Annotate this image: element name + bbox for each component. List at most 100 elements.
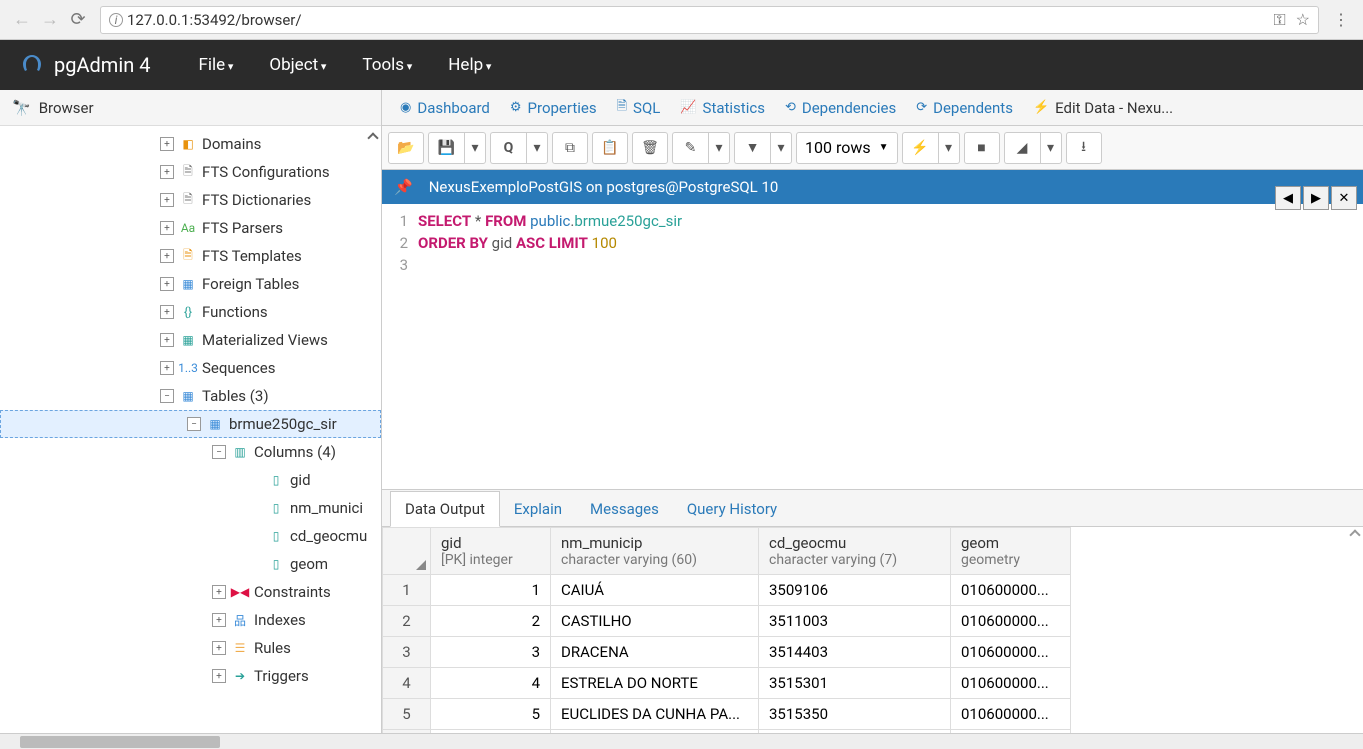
menu-object[interactable]: Object: [251, 55, 344, 75]
cell-geom[interactable]: 010600000...: [951, 636, 1071, 667]
cell-geom[interactable]: 010600000...: [951, 698, 1071, 729]
cell-nm-municip[interactable]: DRACENA: [551, 636, 759, 667]
cell-cd-geocmu[interactable]: 3528700: [759, 729, 951, 733]
tree-node[interactable]: +▦Materialized Views: [0, 326, 381, 354]
pin-icon[interactable]: 📌: [394, 178, 413, 196]
copy-button[interactable]: ⧉: [552, 132, 588, 164]
menu-file[interactable]: File: [180, 55, 251, 75]
tree-node[interactable]: −▦brmue250gc_sir: [0, 410, 381, 438]
cell-cd-geocmu[interactable]: 3515301: [759, 667, 951, 698]
tree-node[interactable]: +AaFTS Parsers: [0, 214, 381, 242]
table-row[interactable]: 55EUCLIDES DA CUNHA PA...351535001060000…: [383, 698, 1071, 729]
tree-node[interactable]: +☰Rules: [0, 634, 381, 662]
cell-nm-municip[interactable]: MARABÁ PAULISTA: [551, 729, 759, 733]
tree-toggle-icon[interactable]: +: [212, 669, 226, 683]
tree-toggle-icon[interactable]: +: [160, 305, 174, 319]
menu-help[interactable]: Help: [430, 55, 509, 75]
tree-toggle-icon[interactable]: +: [160, 221, 174, 235]
tab-dependents[interactable]: ⟳Dependents: [906, 90, 1023, 125]
download-button[interactable]: ⭳: [1066, 132, 1102, 164]
tab-scroll-right-button[interactable]: ▶: [1303, 186, 1329, 210]
tree-node[interactable]: −▥Columns (4): [0, 438, 381, 466]
tree-node[interactable]: ▯nm_munici: [0, 494, 381, 522]
save-button[interactable]: 💾: [428, 132, 464, 164]
cell-cd-geocmu[interactable]: 3509106: [759, 574, 951, 605]
table-row[interactable]: 66MARABÁ PAULISTA3528700010600000...: [383, 729, 1071, 733]
table-row[interactable]: 44ESTRELA DO NORTE3515301010600000...: [383, 667, 1071, 698]
result-tab-query-history[interactable]: Query History: [673, 492, 791, 526]
tab-dependencies[interactable]: ⟲Dependencies: [775, 90, 906, 125]
stop-button[interactable]: ■: [964, 132, 1000, 164]
tree-toggle-icon[interactable]: +: [160, 193, 174, 207]
tab-edit-data-nexu-[interactable]: ⚡Edit Data - Nexu...: [1023, 90, 1183, 125]
find-button[interactable]: Q: [490, 132, 526, 164]
url-bar[interactable]: i 127.0.0.1:53492/browser/ ⚿ ☆: [100, 6, 1319, 34]
tree-node[interactable]: ▯geom: [0, 550, 381, 578]
row-number-cell[interactable]: 6: [383, 729, 431, 733]
cell-geom[interactable]: 010600000...: [951, 729, 1071, 733]
result-tab-messages[interactable]: Messages: [576, 492, 673, 526]
paste-button[interactable]: 📋: [592, 132, 628, 164]
row-number-cell[interactable]: 1: [383, 574, 431, 605]
column-header[interactable]: gid[PK] integer: [431, 527, 551, 574]
star-icon[interactable]: ☆: [1296, 10, 1310, 29]
sql-content[interactable]: SELECT * FROM public.brmue250gc_sir ORDE…: [418, 210, 1363, 276]
nav-reload-button[interactable]: ⟳: [64, 6, 92, 34]
row-number-cell[interactable]: 4: [383, 667, 431, 698]
cell-gid[interactable]: 2: [431, 605, 551, 636]
table-row[interactable]: 11CAIUÁ3509106010600000...: [383, 574, 1071, 605]
tree-toggle-icon[interactable]: −: [212, 445, 226, 459]
tree-node[interactable]: +◧Domains: [0, 130, 381, 158]
tree-toggle-icon[interactable]: +: [160, 333, 174, 347]
cell-nm-municip[interactable]: CASTILHO: [551, 605, 759, 636]
cell-nm-municip[interactable]: CAIUÁ: [551, 574, 759, 605]
cell-gid[interactable]: 6: [431, 729, 551, 733]
tree-toggle-icon[interactable]: +: [160, 165, 174, 179]
filter-button[interactable]: ▼: [734, 132, 770, 164]
tree-toggle-icon[interactable]: +: [212, 641, 226, 655]
tab-properties[interactable]: ⚙Properties: [500, 90, 607, 125]
scroll-thumb[interactable]: [20, 736, 220, 748]
result-tab-data-output[interactable]: Data Output: [390, 491, 500, 527]
data-grid[interactable]: gid[PK] integernm_municipcharacter varyi…: [382, 527, 1363, 734]
grid-corner-cell[interactable]: [383, 527, 431, 574]
delete-button[interactable]: 🗑: [632, 132, 668, 164]
tree-container[interactable]: +◧Domains+🗎FTS Configurations+🗎FTS Dicti…: [0, 126, 381, 733]
result-tab-explain[interactable]: Explain: [500, 492, 576, 526]
open-file-button[interactable]: 📂: [388, 132, 424, 164]
cell-gid[interactable]: 4: [431, 667, 551, 698]
column-header[interactable]: geomgeometry: [951, 527, 1071, 574]
execute-button[interactable]: ⚡: [902, 132, 938, 164]
cell-nm-municip[interactable]: EUCLIDES DA CUNHA PA...: [551, 698, 759, 729]
filter-dropdown-button[interactable]: ▾: [770, 132, 792, 164]
tab-sql[interactable]: 🗎SQL: [607, 90, 671, 125]
tree-node[interactable]: +➔Triggers: [0, 662, 381, 690]
tree-toggle-icon[interactable]: +: [212, 585, 226, 599]
table-row[interactable]: 22CASTILHO3511003010600000...: [383, 605, 1071, 636]
sql-editor[interactable]: 123 SELECT * FROM public.brmue250gc_sir …: [382, 204, 1363, 282]
tree-node[interactable]: +▦Foreign Tables: [0, 270, 381, 298]
tree-node[interactable]: +{}Functions: [0, 298, 381, 326]
key-icon[interactable]: ⚿: [1273, 10, 1285, 30]
tree-node[interactable]: −▦Tables (3): [0, 382, 381, 410]
cell-gid[interactable]: 1: [431, 574, 551, 605]
table-row[interactable]: 33DRACENA3514403010600000...: [383, 636, 1071, 667]
tree-toggle-icon[interactable]: −: [187, 417, 201, 431]
rows-limit-select[interactable]: 100 rows▼: [796, 132, 898, 164]
tree-toggle-icon[interactable]: +: [160, 361, 174, 375]
row-number-cell[interactable]: 3: [383, 636, 431, 667]
tree-toggle-icon[interactable]: −: [160, 389, 174, 403]
tree-node[interactable]: ▯cd_geocmu: [0, 522, 381, 550]
tree-node[interactable]: +🗎FTS Dictionaries: [0, 186, 381, 214]
cell-cd-geocmu[interactable]: 3514403: [759, 636, 951, 667]
tree-node[interactable]: ▯gid: [0, 466, 381, 494]
column-header[interactable]: cd_geocmucharacter varying (7): [759, 527, 951, 574]
app-logo[interactable]: pgAdmin 4: [20, 53, 150, 77]
clear-dropdown-button[interactable]: ▾: [1040, 132, 1062, 164]
edit-dropdown-button[interactable]: ▾: [708, 132, 730, 164]
column-header[interactable]: nm_municipcharacter varying (60): [551, 527, 759, 574]
nav-forward-button[interactable]: →: [36, 6, 64, 34]
cell-cd-geocmu[interactable]: 3515350: [759, 698, 951, 729]
cell-geom[interactable]: 010600000...: [951, 605, 1071, 636]
save-dropdown-button[interactable]: ▾: [464, 132, 486, 164]
